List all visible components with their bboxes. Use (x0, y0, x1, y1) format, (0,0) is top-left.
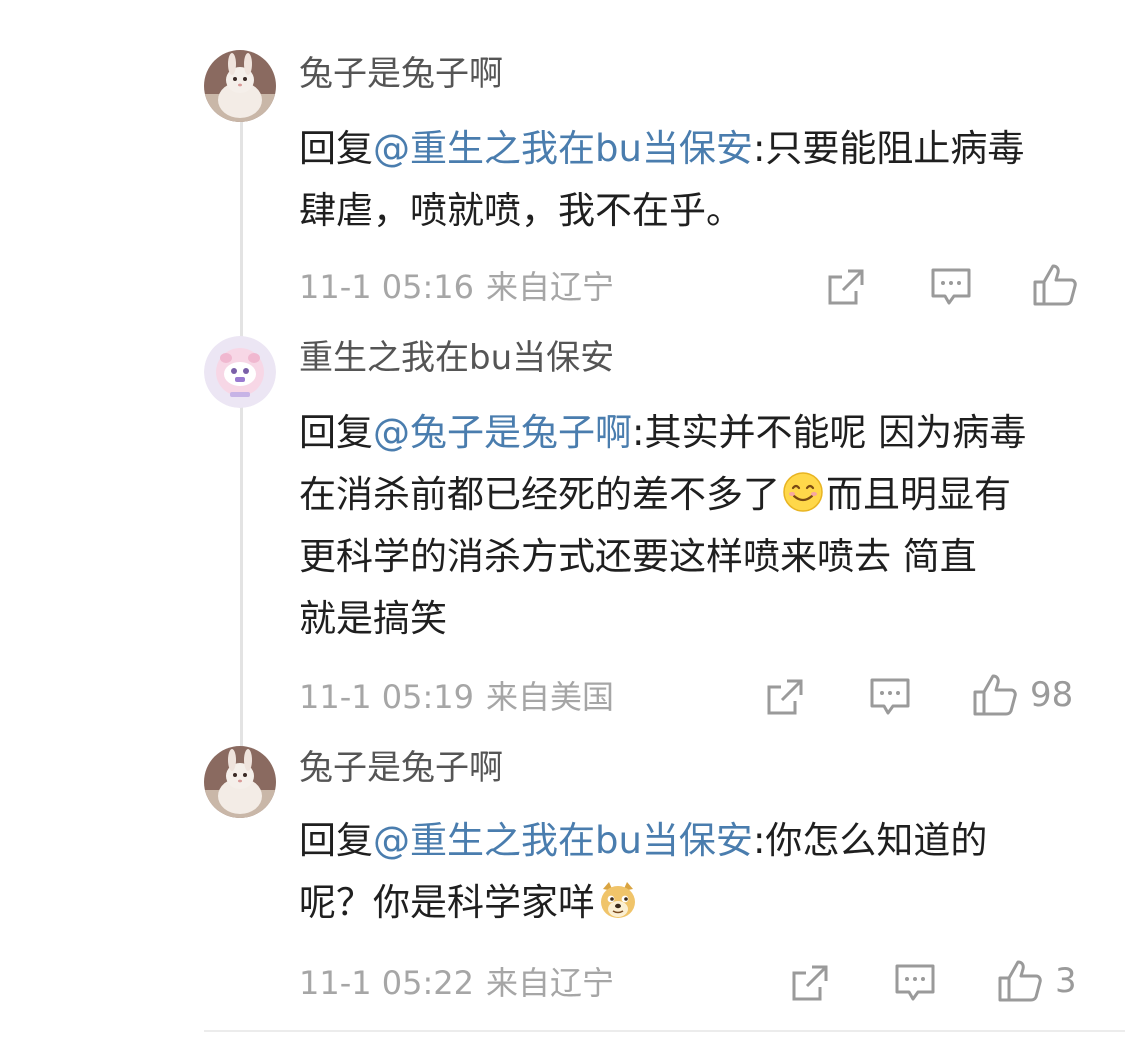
comment-icon (895, 964, 935, 1001)
comment-button[interactable] (930, 262, 972, 312)
thumbs-up-icon (1033, 264, 1077, 306)
comment-text: 在消杀前都已经死的差不多了 (299, 473, 780, 516)
comment-colon: : (752, 127, 766, 170)
username[interactable]: 兔子是兔子啊 (299, 50, 503, 98)
comment-colon: : (632, 411, 645, 454)
rabbit-avatar-icon (204, 50, 276, 122)
comment-icon (870, 678, 910, 715)
doge-emoji-icon (597, 879, 639, 921)
comment-text: 只要能阻止病毒 (765, 127, 1025, 170)
comment-button[interactable] (894, 958, 936, 1008)
location: 来自美国 (486, 678, 615, 716)
rabbit-avatar-icon (204, 746, 276, 818)
thumbs-up-icon (973, 674, 1017, 716)
like-button[interactable]: 98 (972, 670, 1073, 720)
comment-meta: 11-1 05:16 来自辽宁 (299, 265, 614, 309)
comment-meta: 11-1 05:19 来自美国 (299, 675, 614, 719)
mention-link[interactable]: @重生之我在bu当保安 (373, 819, 753, 862)
username[interactable]: 兔子是兔子啊 (299, 744, 503, 792)
share-icon (828, 269, 864, 305)
comment-text: 而且明显有 (826, 473, 1011, 516)
share-icon (792, 965, 828, 1001)
mention-link[interactable]: @重生之我在bu当保安 (373, 127, 753, 170)
timestamp: 11-1 05:16 (299, 268, 475, 306)
mention-link[interactable]: @兔子是兔子啊 (373, 411, 632, 454)
comment-button[interactable] (869, 672, 911, 722)
comment-text: 更科学的消杀方式还要这样喷来喷去 简直 (299, 535, 977, 578)
timestamp: 11-1 05:19 (299, 678, 475, 716)
comment-body: 回复@重生之我在bu当保安:只要能阻止病毒 肆虐，喷就喷，我不在乎。 (299, 118, 1099, 242)
timestamp: 11-1 05:22 (299, 964, 475, 1002)
comment-icon (931, 268, 971, 305)
share-button[interactable] (790, 958, 830, 1008)
comment-body: 回复@兔子是兔子啊:其实并不能呢 因为病毒在消杀前都已经死的差不多了 而且明显有更… (299, 402, 1099, 650)
comment-body: 回复@重生之我在bu当保安:你怎么知道的呢？你是科学家咩 (299, 810, 1099, 934)
comment-text: 呢？你是科学家咩 (299, 881, 595, 924)
smile-emoji-icon (782, 471, 824, 513)
location: 来自辽宁 (486, 964, 615, 1002)
bottom-divider (204, 1030, 1125, 1032)
thread-line (240, 122, 243, 750)
like-count: 98 (1030, 675, 1074, 715)
comment-meta: 11-1 05:22 来自辽宁 (299, 961, 614, 1005)
comment-colon: : (752, 819, 766, 862)
like-button[interactable] (1032, 260, 1078, 310)
location: 来自辽宁 (486, 268, 615, 306)
share-icon (767, 679, 803, 715)
pink-cartoon-avatar-icon (204, 336, 276, 408)
avatar[interactable] (204, 746, 276, 818)
avatar[interactable] (204, 336, 276, 408)
like-button[interactable]: 3 (997, 956, 1077, 1006)
avatar[interactable] (204, 50, 276, 122)
share-button[interactable] (826, 262, 866, 312)
like-count: 3 (1055, 961, 1077, 1001)
comment-text: 肆虐，喷就喷，我不在乎。 (299, 189, 743, 232)
comment-text: 其实并不能呢 因为病毒 (644, 411, 1027, 454)
username[interactable]: 重生之我在bu当保安 (299, 334, 614, 382)
comment-text: 你怎么知道的 (765, 819, 988, 862)
reply-prefix: 回复 (299, 127, 373, 170)
reply-prefix: 回复 (299, 411, 373, 454)
share-button[interactable] (765, 672, 805, 722)
thumbs-up-icon (998, 960, 1042, 1002)
reply-prefix: 回复 (299, 819, 373, 862)
comment-text: 就是搞笑 (299, 597, 447, 640)
